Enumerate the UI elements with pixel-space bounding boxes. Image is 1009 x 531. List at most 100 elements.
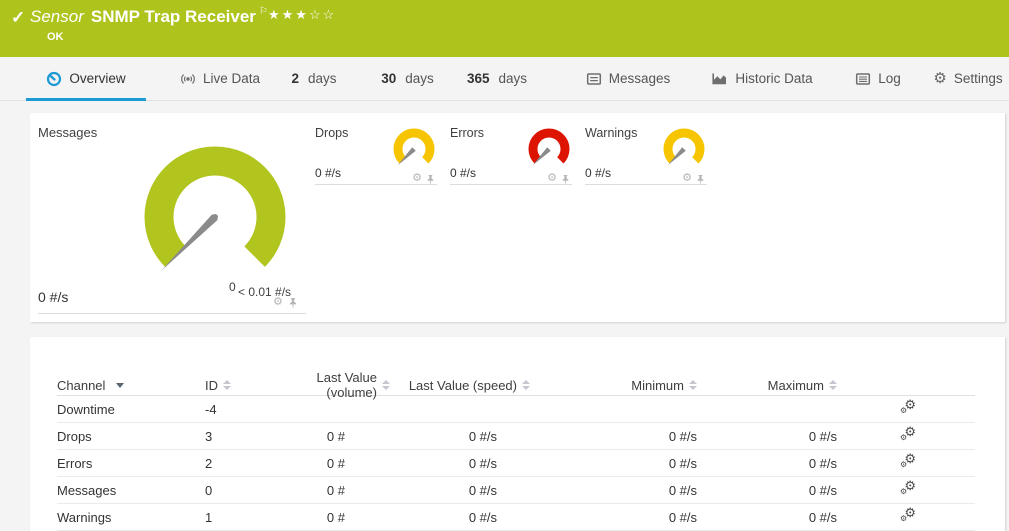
tab-messages[interactable]: Messages — [578, 57, 678, 100]
tab-bar: Overview Live Data 2 days 30 days 365 da… — [0, 57, 1009, 101]
channel-id: 0 — [205, 483, 263, 498]
tab-settings[interactable]: ⚙ Settings — [928, 57, 1008, 100]
last-value-speed: 0 #/s — [390, 429, 530, 444]
minimum-value: 0 #/s — [530, 429, 697, 444]
sort-icon — [382, 380, 390, 390]
tab-30-days[interactable]: 30 days — [375, 57, 440, 100]
flag-icon[interactable]: ⚐ — [259, 6, 268, 17]
warnings-gauge-value: 0 #/s — [585, 166, 611, 180]
column-header-channel[interactable]: Channel — [57, 378, 205, 393]
drops-gauge — [391, 128, 437, 170]
table-row-errors: Errors 2 0 # 0 #/s 0 #/s 0 #/s ⚙⚙ — [57, 450, 975, 477]
channel-settings-icon[interactable]: ⚙⚙ — [899, 481, 916, 496]
tab-live-data[interactable]: Live Data — [172, 57, 268, 100]
maximum-value: 0 #/s — [697, 510, 837, 525]
tab-label: Settings — [954, 71, 1003, 86]
column-header-minimum[interactable]: Minimum — [530, 378, 697, 393]
channel-id: 3 — [205, 429, 263, 444]
tab-label: days — [499, 71, 528, 86]
primary-gauge-value: 0 #/s — [38, 289, 68, 305]
sensor-title-line: Sensor SNMP Trap Receiver⚐ — [30, 6, 268, 27]
sort-icon — [223, 380, 231, 390]
channel-gear-icon[interactable]: ⚙ — [682, 173, 692, 184]
minimum-value: 0 #/s — [530, 456, 697, 471]
table-row-messages: Messages 0 0 # 0 #/s 0 #/s 0 #/s ⚙⚙ — [57, 477, 975, 504]
tab-overview[interactable]: Overview — [26, 57, 146, 100]
drops-gauge-label: Drops — [315, 126, 348, 140]
tab-label: days — [405, 71, 434, 86]
sort-icon — [522, 380, 530, 390]
channel-name[interactable]: Errors — [57, 456, 205, 471]
last-value-volume: 0 # — [263, 456, 390, 471]
gear-icon: ⚙ — [933, 71, 946, 86]
sort-desc-icon — [116, 383, 124, 388]
last-value-speed: 0 #/s — [390, 510, 530, 525]
errors-gauge-label: Errors — [450, 126, 484, 140]
stars-empty: ☆☆ — [309, 7, 336, 22]
last-value-volume: 0 # — [263, 429, 390, 444]
column-header-last-volume[interactable]: Last Value (volume) — [263, 370, 390, 400]
table-row-downtime: Downtime -4 ⚙⚙ — [57, 396, 975, 423]
channel-name[interactable]: Drops — [57, 429, 205, 444]
table-header-row: Channel ID Last Value (volume) Last Valu… — [57, 370, 975, 396]
channel-settings-icon[interactable]: ⚙⚙ — [899, 400, 916, 415]
pin-icon[interactable] — [696, 174, 705, 184]
errors-gauge-block: Errors 0 #/s ⚙ — [450, 126, 572, 196]
maximum-value: 0 #/s — [697, 456, 837, 471]
area-chart-icon — [711, 71, 728, 87]
minimum-value: 0 #/s — [530, 510, 697, 525]
channel-name[interactable]: Messages — [57, 483, 205, 498]
column-header-id[interactable]: ID — [205, 378, 263, 393]
maximum-value: 0 #/s — [697, 483, 837, 498]
messages-gauge — [130, 139, 300, 289]
channel-name[interactable]: Warnings — [57, 510, 205, 525]
pin-icon[interactable] — [561, 174, 570, 184]
priority-stars[interactable]: ★★★☆☆ — [268, 7, 336, 23]
column-header-last-speed[interactable]: Last Value (speed) — [390, 378, 530, 393]
tab-label: Historic Data — [735, 71, 812, 86]
pin-icon[interactable] — [426, 174, 435, 184]
errors-gauge — [526, 128, 572, 170]
sensor-header: ✓ SensorSNMP Trap Receiver⚐ ★★★☆☆ OK — [0, 0, 1009, 57]
warnings-gauge — [661, 128, 707, 170]
last-value-speed: 0 #/s — [390, 483, 530, 498]
channel-settings-icon[interactable]: ⚙⚙ — [899, 508, 916, 523]
page-title[interactable]: SNMP Trap Receiver — [91, 7, 256, 26]
channel-name[interactable]: Downtime — [57, 402, 205, 417]
drops-gauge-value: 0 #/s — [315, 166, 341, 180]
channel-gear-icon[interactable]: ⚙ — [547, 173, 557, 184]
tab-number: 2 — [291, 71, 299, 86]
gauge-divider — [315, 184, 437, 185]
sensor-kind-label: Sensor — [30, 7, 84, 26]
channel-settings-icon[interactable]: ⚙⚙ — [899, 427, 916, 442]
channel-settings-icon[interactable]: ⚙⚙ — [899, 454, 916, 469]
gauges-panel: Messages 0 #/s 0 < 0.01 #/s ⚙ Drops 0 #/… — [30, 113, 1005, 322]
pin-icon[interactable] — [288, 297, 298, 308]
sort-icon — [689, 380, 697, 390]
message-card-icon — [586, 71, 602, 87]
last-value-speed: 0 #/s — [390, 456, 530, 471]
table-row-warnings: Warnings 1 0 # 0 #/s 0 #/s 0 #/s ⚙⚙ — [57, 504, 975, 531]
minimum-value: 0 #/s — [530, 483, 697, 498]
gauge-icon — [46, 71, 62, 87]
tab-label: Log — [878, 71, 901, 86]
channel-table: Channel ID Last Value (volume) Last Valu… — [57, 370, 975, 531]
channel-id: 2 — [205, 456, 263, 471]
broadcast-icon — [180, 71, 196, 87]
tab-2-days[interactable]: 2 days — [284, 57, 344, 100]
tab-label: Messages — [609, 71, 671, 86]
tab-365-days[interactable]: 365 days — [460, 57, 534, 100]
column-header-maximum[interactable]: Maximum — [697, 378, 837, 393]
tab-label: Overview — [69, 71, 125, 86]
channel-gear-icon[interactable]: ⚙ — [412, 173, 422, 184]
active-tab-underline — [26, 98, 146, 101]
table-row-drops: Drops 3 0 # 0 #/s 0 #/s 0 #/s ⚙⚙ — [57, 423, 975, 450]
drops-gauge-block: Drops 0 #/s ⚙ — [315, 126, 437, 196]
tab-log[interactable]: Log — [848, 57, 908, 100]
tab-number: 365 — [467, 71, 490, 86]
gauge-divider — [450, 184, 572, 185]
channel-gear-icon[interactable]: ⚙ — [273, 297, 283, 308]
tab-label: days — [308, 71, 337, 86]
tab-historic-data[interactable]: Historic Data — [702, 57, 822, 100]
log-list-icon — [855, 71, 871, 87]
